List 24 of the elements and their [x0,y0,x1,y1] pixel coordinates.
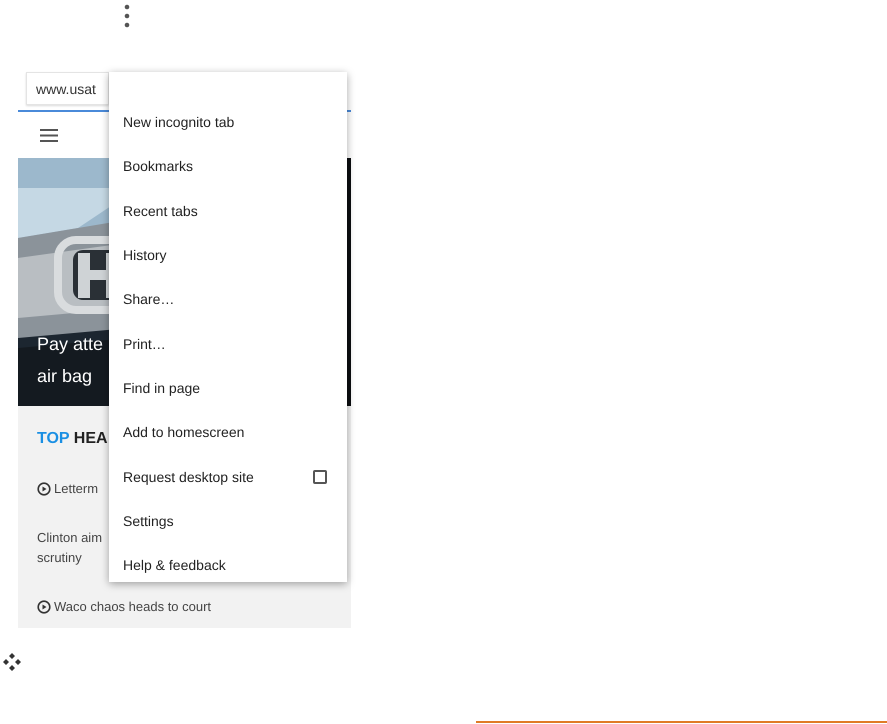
address-field[interactable]: www.usat [26,72,109,105]
headline-link[interactable]: Waco chaos heads to court [54,597,212,617]
menu-item[interactable]: Add to homescreen [123,424,244,440]
play-icon [37,600,51,614]
headline-link[interactable]: Clinton aim scrutiny [37,528,102,568]
menu-item[interactable]: History [123,247,167,264]
diamonds-icon [2,652,22,672]
more-options-icon[interactable] [123,3,131,29]
menu-item[interactable]: Request desktop site [123,468,254,485]
section-title-accent: TOP [37,430,70,447]
menu-item[interactable]: Settings [123,512,174,529]
menu-item[interactable]: Recent tabs [123,202,198,219]
checkbox[interactable] [313,470,327,484]
menu-item[interactable]: New incognito tab [123,114,234,130]
section-title: HEA [72,430,108,447]
menu-icon[interactable] [40,128,58,142]
play-icon [37,482,51,496]
menu-item[interactable]: Print… [123,336,166,352]
menu-item[interactable]: Bookmarks [123,158,194,174]
story-caption[interactable]: Pay atte air bag [37,328,104,392]
menu-item[interactable]: Help & feedback [123,557,226,574]
menu-item[interactable]: Share… [123,291,174,308]
menu-item[interactable]: Find in page [123,380,200,396]
headline-link[interactable]: Letterm [54,479,98,499]
